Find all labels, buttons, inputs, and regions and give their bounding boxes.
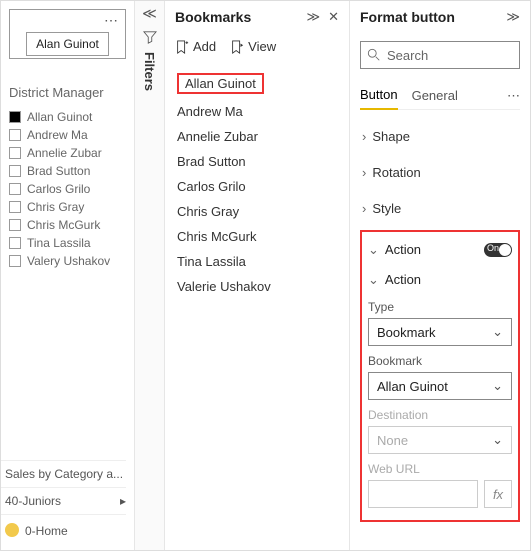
slicer-item[interactable]: Chris McGurk	[9, 216, 126, 234]
destination-dropdown: None⌄	[368, 426, 512, 454]
dot-icon	[5, 523, 19, 537]
bookmark-item[interactable]: Annelie Zubar	[175, 124, 339, 149]
pane-expand-icon[interactable]: ≫	[306, 9, 320, 25]
button-visual[interactable]: ⋯ Alan Guinot	[9, 9, 126, 59]
chevron-down-icon: ⌄	[492, 324, 503, 340]
pane-expand-icon[interactable]: ≫	[506, 9, 520, 25]
tab-general[interactable]: General	[412, 84, 458, 109]
slicer-item[interactable]: Annelie Zubar	[9, 144, 126, 162]
bookmark-add-button[interactable]: Add	[175, 39, 216, 54]
pane-title: Format button	[360, 9, 455, 25]
format-pane: Format button ≫ Search Button General ⋯ …	[350, 1, 530, 550]
slicer-item[interactable]: Andrew Ma	[9, 126, 126, 144]
checkbox-icon	[9, 201, 21, 213]
checkbox-icon	[9, 219, 21, 231]
chevron-right-icon: ▸	[120, 494, 126, 508]
pane-title: Bookmarks	[175, 9, 251, 25]
checkbox-icon	[9, 237, 21, 249]
bookmark-item[interactable]: Carlos Grilo	[175, 174, 339, 199]
weburl-input[interactable]	[368, 480, 478, 508]
bookmark-item[interactable]: Chris McGurk	[175, 224, 339, 249]
bookmark-item[interactable]: Chris Gray	[175, 199, 339, 224]
chevron-down-icon: ⌄	[492, 432, 503, 448]
slicer-list: Allan Guinot Andrew Ma Annelie Zubar Bra…	[9, 108, 126, 270]
fx-button[interactable]: fx	[484, 480, 512, 508]
section-style[interactable]: ›Style	[360, 190, 520, 226]
checkbox-icon	[9, 111, 21, 123]
more-icon[interactable]: ⋯	[507, 88, 520, 104]
filters-label: Filters	[142, 52, 157, 91]
slicer-item[interactable]: Chris Gray	[9, 198, 126, 216]
slicer-item[interactable]: Tina Lassila	[9, 234, 126, 252]
field-label-type: Type	[368, 300, 512, 314]
format-search-input[interactable]: Search	[360, 41, 520, 69]
checkbox-icon	[9, 129, 21, 141]
bookmark-item[interactable]: Allan Guinot	[175, 68, 339, 99]
action-subheader[interactable]: ⌄Action	[368, 272, 421, 288]
search-icon	[367, 48, 381, 62]
chevron-down-icon: ⌄	[492, 378, 503, 394]
type-dropdown[interactable]: Bookmark⌄	[368, 318, 512, 346]
checkbox-icon	[9, 183, 21, 195]
bookmark-item[interactable]: Andrew Ma	[175, 99, 339, 124]
bookmark-view-icon	[230, 40, 244, 54]
action-header[interactable]: ⌄Action	[368, 242, 421, 258]
section-shape[interactable]: ›Shape	[360, 118, 520, 154]
visual-more-icon[interactable]: ⋯	[104, 12, 119, 29]
filters-pane-collapsed: ≪ Filters	[135, 1, 165, 550]
checkbox-icon	[9, 147, 21, 159]
bookmarks-pane: Bookmarks ≫ ✕ Add View Allan Guinot Andr…	[165, 1, 350, 550]
bookmark-item[interactable]: Brad Sutton	[175, 149, 339, 174]
tab-button[interactable]: Button	[360, 83, 398, 110]
slicer-item[interactable]: Brad Sutton	[9, 162, 126, 180]
field-label-bookmark: Bookmark	[368, 354, 512, 368]
action-toggle[interactable]: On	[484, 243, 512, 257]
bookmark-item[interactable]: Tina Lassila	[175, 249, 339, 274]
visual-collapsed[interactable]: 40-Juniors▸	[1, 487, 126, 514]
chevron-down-icon: ⌄	[368, 242, 379, 257]
expand-filters-icon[interactable]: ≪	[142, 5, 157, 22]
visual-collapsed[interactable]: 0-Home	[1, 514, 126, 544]
report-canvas-left: ⋯ Alan Guinot District Manager Allan Gui…	[1, 1, 135, 550]
checkbox-icon	[9, 165, 21, 177]
bookmark-dropdown[interactable]: Allan Guinot⌄	[368, 372, 512, 400]
chevron-right-icon: ›	[362, 129, 366, 144]
slicer-item[interactable]: Allan Guinot	[9, 108, 126, 126]
close-icon[interactable]: ✕	[328, 9, 339, 25]
bookmark-add-icon	[175, 40, 189, 54]
bookmark-list: Allan Guinot Andrew Ma Annelie Zubar Bra…	[175, 68, 339, 299]
slicer-item[interactable]: Valery Ushakov	[9, 252, 126, 270]
section-action: ⌄Action On ⌄Action Type Bookmark⌄ Bookma…	[360, 230, 520, 522]
button-visual-text: Alan Guinot	[26, 32, 109, 56]
section-rotation[interactable]: ›Rotation	[360, 154, 520, 190]
visual-collapsed[interactable]: Sales by Category a...	[1, 460, 126, 487]
chevron-right-icon: ›	[362, 165, 366, 180]
checkbox-icon	[9, 255, 21, 267]
chevron-right-icon: ›	[362, 201, 366, 216]
filter-icon[interactable]	[143, 30, 157, 44]
slicer-item[interactable]: Carlos Grilo	[9, 180, 126, 198]
field-label-destination: Destination	[368, 408, 512, 422]
chevron-down-icon: ⌄	[368, 272, 379, 287]
bookmark-item[interactable]: Valerie Ushakov	[175, 274, 339, 299]
field-label-weburl: Web URL	[368, 462, 512, 476]
slicer-title: District Manager	[9, 85, 126, 100]
bookmark-view-button[interactable]: View	[230, 39, 276, 54]
